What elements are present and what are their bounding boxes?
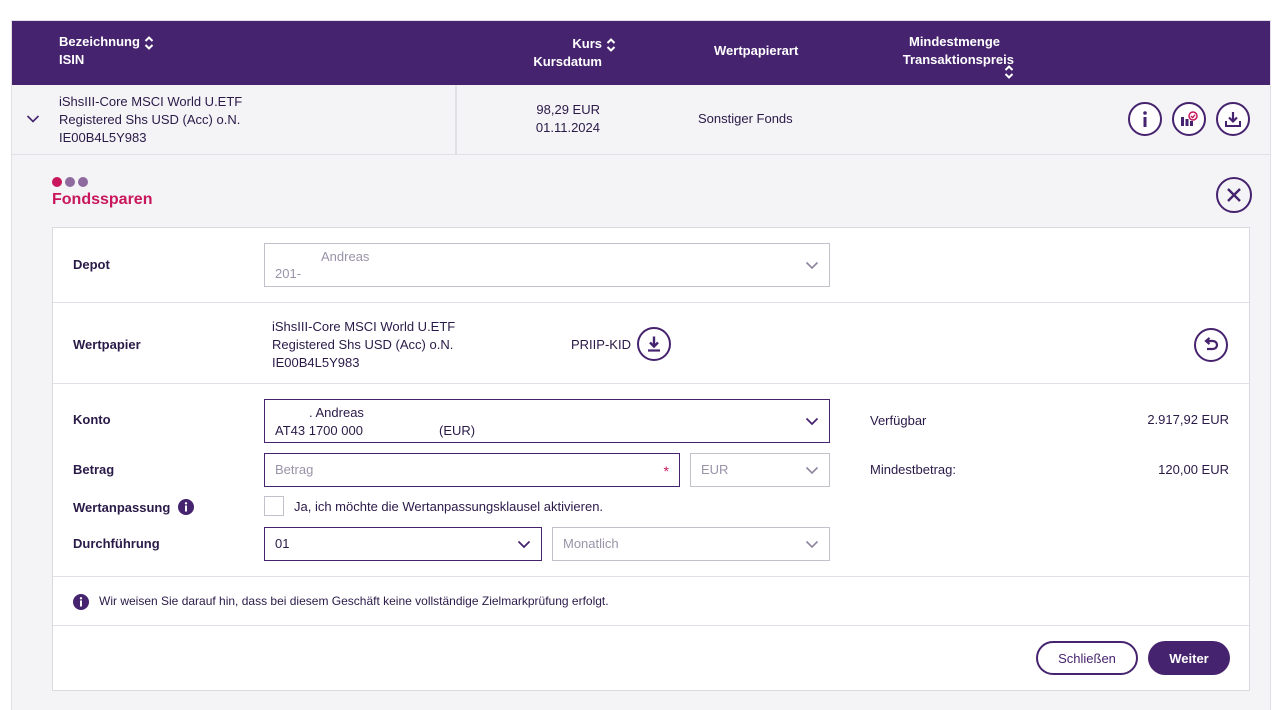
currency-select[interactable]: EUR: [690, 453, 830, 487]
table-header: Bezeichnung ISIN Kurs Kursdatum Wertpapi…: [12, 21, 1270, 85]
step-dots: [52, 175, 91, 190]
reset-security-button[interactable]: [1194, 328, 1228, 362]
header-min-label: Mindestmenge: [908, 34, 1000, 49]
currency-value: EUR: [701, 462, 729, 477]
chevron-down-icon: [517, 540, 531, 549]
chevron-down-icon: [805, 540, 819, 549]
durchfuehrung-label: Durchführung: [73, 536, 160, 551]
undo-icon: [1204, 337, 1219, 351]
konto-select[interactable]: . Andreas AT43 1700 000 (EUR): [264, 399, 830, 443]
close-button[interactable]: Schließen: [1036, 641, 1138, 675]
wertanpassung-checkbox[interactable]: [264, 496, 284, 516]
depot-value-line2: 201-: [275, 266, 302, 281]
info-icon: [1143, 111, 1147, 127]
wertpapier-label: Wertpapier: [73, 337, 141, 352]
download-icon: [648, 336, 660, 352]
column-header-price[interactable]: Kurs Kursdatum: [524, 35, 616, 71]
available-value: 2.917,92 EUR: [1147, 412, 1229, 427]
table-row: iShsIII-Core MSCI World U.ETF Registered…: [12, 85, 1270, 155]
header-transaction-price-label: Transaktionspreis: [902, 52, 1014, 67]
header-isin-label: ISIN: [59, 52, 85, 67]
row-date-value: 01.11.2024: [535, 120, 600, 135]
konto-value-line2: AT43 1700 000: [275, 423, 363, 438]
header-date-label: Kursdatum: [533, 54, 602, 69]
step-dot: [65, 177, 75, 187]
betrag-label: Betrag: [73, 462, 115, 477]
column-header-type: Wertpapierart: [714, 43, 799, 58]
chevron-down-icon[interactable]: [26, 114, 40, 124]
wertpapier-name-line2: Registered Shs USD (Acc) o.N.: [272, 337, 454, 352]
info-icon: [73, 594, 89, 610]
close-icon: [1227, 188, 1241, 202]
step-dot: [78, 177, 88, 187]
chevron-down-icon: [805, 417, 819, 426]
sort-icon: [1004, 64, 1014, 79]
close-panel-button[interactable]: [1216, 177, 1252, 213]
depot-label: Depot: [73, 257, 110, 272]
chevron-down-icon: [805, 466, 819, 475]
panel-title: Fondssparen: [52, 191, 153, 208]
info-icon[interactable]: [177, 499, 194, 515]
download-icon: [1225, 112, 1241, 127]
depot-section: Depot Andreas 201-: [53, 228, 1249, 303]
notice-text: Wir weisen Sie darauf hin, dass bei dies…: [99, 594, 609, 608]
wertanpassung-label-text: Wertanpassung: [73, 500, 171, 515]
row-name-line2: Registered Shs USD (Acc) o.N.: [59, 112, 241, 127]
column-header-min[interactable]: Mindestmenge Transaktionspreis: [892, 33, 1014, 87]
row-security-name: iShsIII-Core MSCI World U.ETF Registered…: [59, 93, 242, 147]
betrag-input[interactable]: Betrag *: [264, 453, 680, 487]
info-button[interactable]: [1128, 102, 1162, 136]
row-type: Sonstiger Fonds: [698, 111, 793, 126]
depot-value-line1: Andreas: [321, 249, 370, 264]
required-marker: *: [663, 463, 669, 479]
chevron-down-icon: [805, 261, 819, 270]
day-value: 01: [275, 536, 290, 551]
chart-check-icon: [1181, 111, 1198, 126]
sort-icon: [144, 35, 154, 50]
depot-select[interactable]: Andreas 201-: [264, 243, 830, 287]
column-divider: [455, 85, 457, 155]
fondssparen-panel: Fondssparen Depot Andreas 201- Wertpapie…: [12, 155, 1270, 710]
row-price-value: 98,29 EUR: [536, 102, 600, 117]
wertpapier-name: iShsIII-Core MSCI World U.ETF Registered…: [272, 318, 455, 372]
row-isin: IE00B4L5Y983: [59, 130, 147, 145]
interval-select[interactable]: Monatlich: [552, 527, 830, 561]
priip-kid-download-button[interactable]: [637, 327, 671, 361]
interval-value: Monatlich: [563, 536, 619, 551]
next-button[interactable]: Weiter: [1148, 641, 1230, 675]
securities-table: Bezeichnung ISIN Kurs Kursdatum Wertpapi…: [11, 20, 1271, 710]
betrag-placeholder: Betrag: [275, 462, 314, 477]
column-header-name[interactable]: Bezeichnung ISIN: [59, 33, 154, 69]
wertpapier-section: Wertpapier iShsIII-Core MSCI World U.ETF…: [53, 303, 1249, 384]
wertpapier-name-line1: iShsIII-Core MSCI World U.ETF: [272, 319, 456, 334]
min-amount-label: Mindestbetrag:: [870, 462, 956, 477]
notice-section: Wir weisen Sie darauf hin, dass bei dies…: [53, 577, 1249, 626]
wertanpassung-checkbox-label[interactable]: Ja, ich möchte die Wertanpassungsklausel…: [294, 499, 603, 514]
min-amount-value: 120,00 EUR: [1158, 462, 1229, 477]
konto-value-line1: . Andreas: [309, 405, 364, 420]
priip-kid-label: PRIIP-KID: [571, 337, 631, 352]
day-select[interactable]: 01: [264, 527, 542, 561]
order-details-section: Konto . Andreas AT43 1700 000 (EUR) Verf…: [53, 384, 1249, 577]
chart-check-button[interactable]: [1172, 102, 1206, 136]
wertanpassung-label: Wertanpassung: [73, 499, 194, 515]
row-name-line1: iShsIII-Core MSCI World U.ETF: [59, 94, 243, 109]
row-price: 98,29 EUR 01.11.2024: [512, 101, 600, 137]
step-dot-active: [52, 177, 62, 187]
download-button[interactable]: [1216, 102, 1250, 136]
konto-label: Konto: [73, 412, 111, 427]
header-name-label: Bezeichnung: [59, 34, 140, 49]
available-label: Verfügbar: [870, 413, 927, 428]
sort-icon: [606, 37, 616, 52]
order-form: Depot Andreas 201- Wertpapier iShsIII-Co…: [52, 227, 1250, 691]
header-price-label: Kurs: [572, 36, 602, 51]
wertpapier-isin: IE00B4L5Y983: [272, 355, 360, 370]
konto-currency: (EUR): [439, 423, 476, 438]
